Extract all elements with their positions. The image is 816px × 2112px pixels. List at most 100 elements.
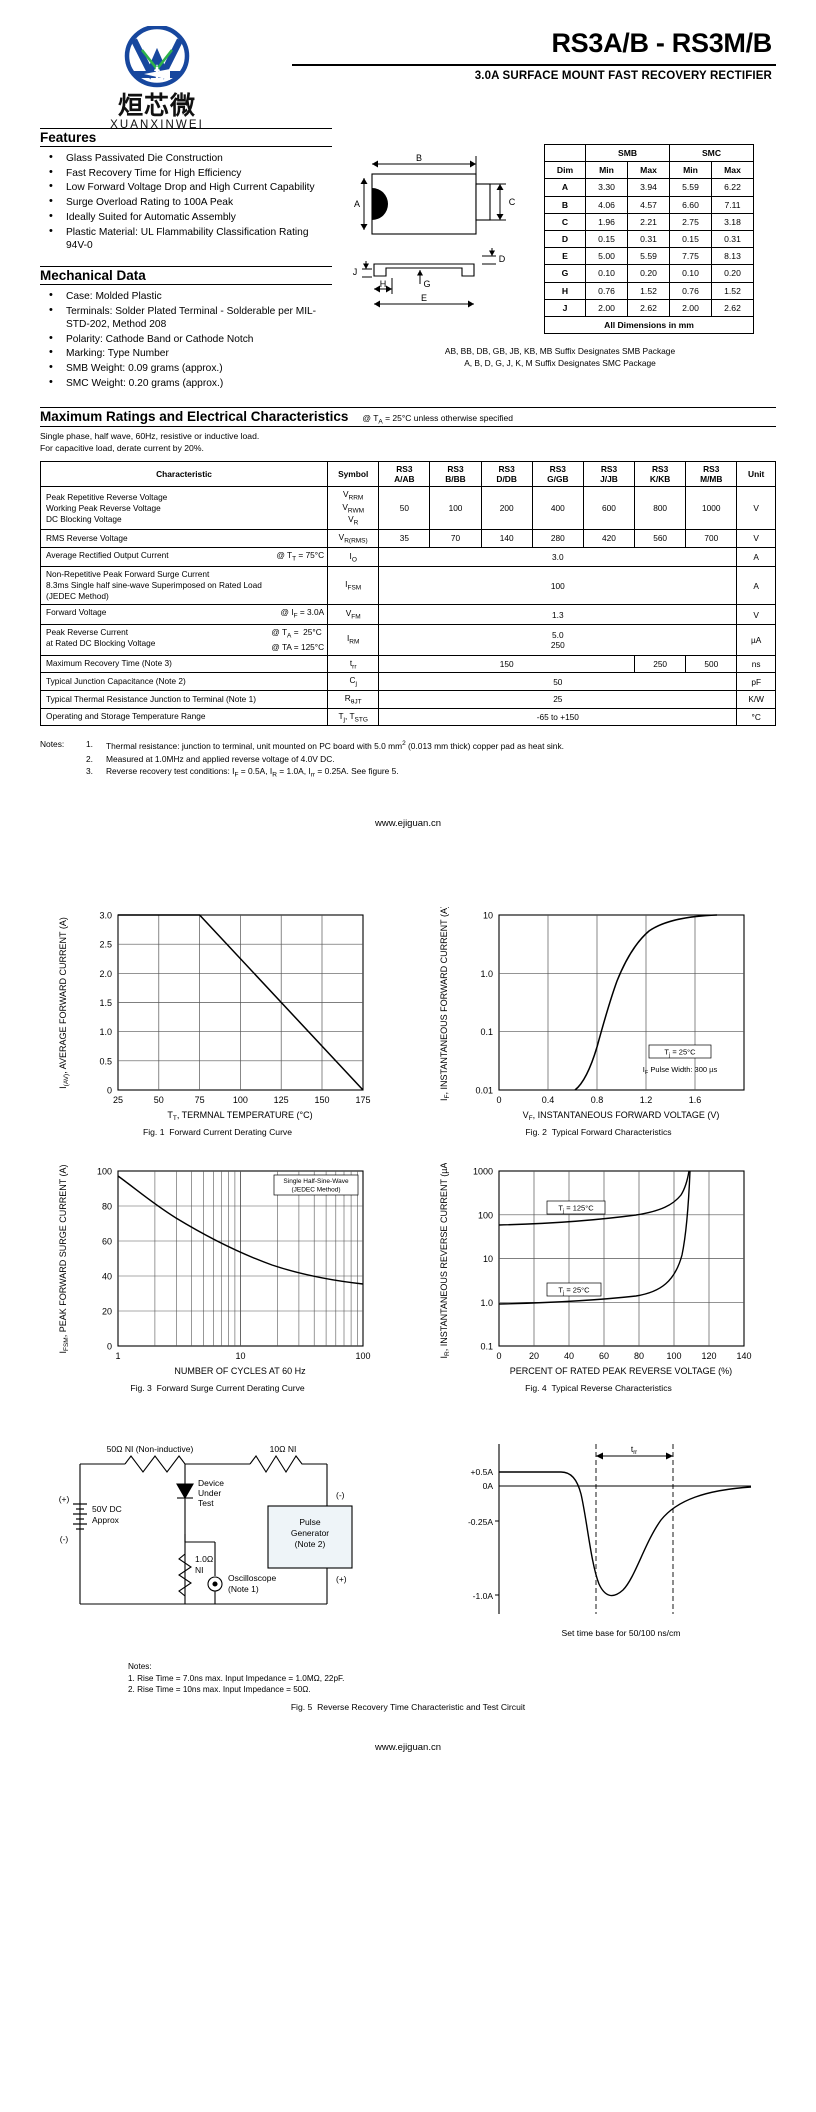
fig-title: Typical Forward Characteristics <box>551 1127 672 1138</box>
svg-text:B: B <box>416 153 422 163</box>
value-cell: 420 <box>582 529 636 548</box>
fig-title: Forward Current Derating Curve <box>169 1127 293 1138</box>
dim-value: 0.20 <box>627 264 671 283</box>
chart-caption-fig3: Fig. 3 Forward Surge Current Derating Cu… <box>40 1383 395 1395</box>
note-row: Notes: 1. Thermal resistance: junction t… <box>40 738 776 752</box>
x-tick-label: 175 <box>355 1095 370 1105</box>
dim-value: 1.52 <box>627 281 671 300</box>
sense-resistor-label: NI <box>195 1565 204 1575</box>
value-cell-span: 25 <box>378 689 738 709</box>
preamble-line-2: For capacitive load, derate current by 2… <box>40 442 204 453</box>
x-tick-label: 100 <box>233 1095 248 1105</box>
y-axis-title: IF, INSTANTANEOUS FORWARD CURRENT (A) <box>439 907 451 1101</box>
list-item: Marking: Type Number <box>40 346 332 360</box>
dim-value: 5.59 <box>627 247 671 266</box>
value-cell-span: 5.0 250 <box>378 623 738 656</box>
charts-area: 3.0 2.5 2.0 1.5 1.0 0.5 0 25 50 75 100 1… <box>0 907 816 1753</box>
value-cell: 1000 <box>685 486 738 530</box>
table-row: H 0.76 1.52 0.76 1.52 <box>543 281 754 300</box>
unit-cell: pF <box>736 672 776 691</box>
dim-label: C <box>543 212 587 231</box>
note-number: 2. <box>86 753 93 764</box>
table-row: Maximum Recovery Time (Note 3) trr 150 2… <box>39 654 776 674</box>
dim-value: 0.15 <box>669 229 712 249</box>
chart-annotations: Single Half-Sine-Wave (JEDEC Method) <box>273 1174 359 1196</box>
y-tick-label: 0 <box>107 1086 112 1096</box>
y-tick-label: 2.5 <box>99 940 112 950</box>
char-text: Forward Voltage <box>46 607 107 618</box>
dim-value: 3.30 <box>585 178 629 197</box>
x-tick-label: 50 <box>154 1095 164 1105</box>
fig-number: Fig. 1 <box>142 1127 165 1138</box>
unit-cell: µA <box>736 623 776 656</box>
table-row: Typical Thermal Resistance Junction to T… <box>39 689 776 709</box>
col-symbol: Symbol <box>327 461 380 488</box>
y-tick-label: -0.25A <box>468 1517 493 1527</box>
value-cell-span: 50 <box>378 672 738 691</box>
fig-title: Forward Surge Current Derating Curve <box>156 1382 305 1393</box>
circuit-note: 1. Rise Time = 7.0ns max. Input Impedanc… <box>128 1673 345 1683</box>
y-tick-label: 60 <box>102 1236 112 1246</box>
symbol-cj: Cj <box>327 672 380 691</box>
dim-value: 0.76 <box>669 281 712 300</box>
value-cell-span: 1.3 <box>378 604 738 625</box>
page-header: 烜芯微 XUANXINWEI RS3A/B - RS3M/B 3.0A SURF… <box>40 0 776 131</box>
ratings-notes: Notes: 1. Thermal resistance: junction t… <box>40 738 776 782</box>
dim-label: D <box>543 229 587 249</box>
col-smb-max: Max <box>627 161 671 180</box>
x-axis-title: NUMBER OF CYCLES AT 60 Hz <box>174 1366 306 1376</box>
circuit-note: 2. Rise Time = 10ns max. Input Impedance… <box>128 1685 311 1695</box>
table-row: E 5.00 5.59 7.75 8.13 <box>543 247 754 266</box>
col-dim: Dim <box>543 161 587 180</box>
row-label-thermal-resistance: Typical Thermal Resistance Junction to T… <box>39 689 329 709</box>
table-row: C 1.96 2.21 2.75 3.18 <box>543 212 754 231</box>
dut-label: Test <box>198 1498 214 1508</box>
y-tick-label: 1.0 <box>99 1027 112 1037</box>
chart-fig1: 3.0 2.5 2.0 1.5 1.0 0.5 0 25 50 75 100 1… <box>40 907 395 1139</box>
dim-value: 1.96 <box>585 212 629 231</box>
row-label-junction-capacitance: Typical Junction Capacitance (Note 2) <box>39 672 329 691</box>
oscilloscope-label: (Note 1) <box>228 1584 259 1594</box>
table-row: B 4.06 4.57 6.60 7.11 <box>543 195 754 214</box>
dimensions-table: SMB SMC Dim Min Max Min Max A 3.30 3.94 … <box>543 143 754 335</box>
preamble-line-1: Single phase, half wave, 60Hz, resistive… <box>40 431 260 442</box>
fig-number: Fig. 5 <box>290 1701 313 1712</box>
features-section: Features Glass Passivated Die Constructi… <box>40 128 332 252</box>
mechanical-data-list: Case: Molded Plastic Terminals: Solder P… <box>40 289 332 390</box>
y-tick-label: 20 <box>102 1306 112 1316</box>
y-tick-label: 3.0 <box>99 911 112 921</box>
y-tick-label: -1.0A <box>473 1591 494 1601</box>
col-rs3-m: RS3 M/MB <box>685 461 738 488</box>
unit-cell: °C <box>736 707 776 727</box>
row-label-surge-current: Non-Repetitive Peak Forward Surge Curren… <box>39 566 329 606</box>
value-cell-trr-3: 500 <box>685 654 738 674</box>
note-text: Measured at 1.0MHz and applied reverse v… <box>106 753 335 764</box>
dim-value: 6.22 <box>711 178 754 197</box>
col-rs3-b: RS3 B/BB <box>429 461 482 488</box>
y-tick-label: 0.1 <box>480 1341 493 1351</box>
mechanical-data-section: Mechanical Data Case: Molded Plastic Ter… <box>40 265 332 390</box>
y-tick-label: 0A <box>483 1481 494 1491</box>
x-tick-label: 40 <box>564 1351 574 1361</box>
symbol-vrrm: VRRM VRWM VR <box>327 486 380 530</box>
test-circuit-diagram: 50Ω NI (Non-inductive) 10Ω NI Device Und… <box>40 1424 395 1696</box>
col-rs3-k: RS3 K/KB <box>634 461 687 488</box>
fig-number: Fig. 4 <box>525 1382 547 1393</box>
y-tick-label: 100 <box>478 1210 493 1220</box>
y-tick-label: 10 <box>483 911 493 921</box>
col-rs3-a: RS3 A/AB <box>378 461 431 488</box>
col-unit: Unit <box>736 461 776 488</box>
features-heading: Features <box>40 130 97 145</box>
list-item: Polarity: Cathode Band or Cathode Notch <box>40 332 332 346</box>
chart-annotations: Tj = 25°C IF Pulse Width: 300 µs <box>643 1044 717 1076</box>
dim-value: 1.52 <box>711 281 754 300</box>
symbol-vfm: VFM <box>327 604 380 625</box>
x-tick-label: 140 <box>736 1351 751 1361</box>
supply-label: Approx <box>92 1515 120 1525</box>
table-row: Operating and Storage Temperature Range … <box>39 707 776 727</box>
symbol-ifsm: IFSM <box>327 566 380 606</box>
value-cell: 140 <box>480 529 533 548</box>
table-row: Peak Repetitive Reverse Voltage Working P… <box>39 486 776 530</box>
dim-value: 2.62 <box>711 298 754 317</box>
svg-text:E: E <box>421 293 427 303</box>
